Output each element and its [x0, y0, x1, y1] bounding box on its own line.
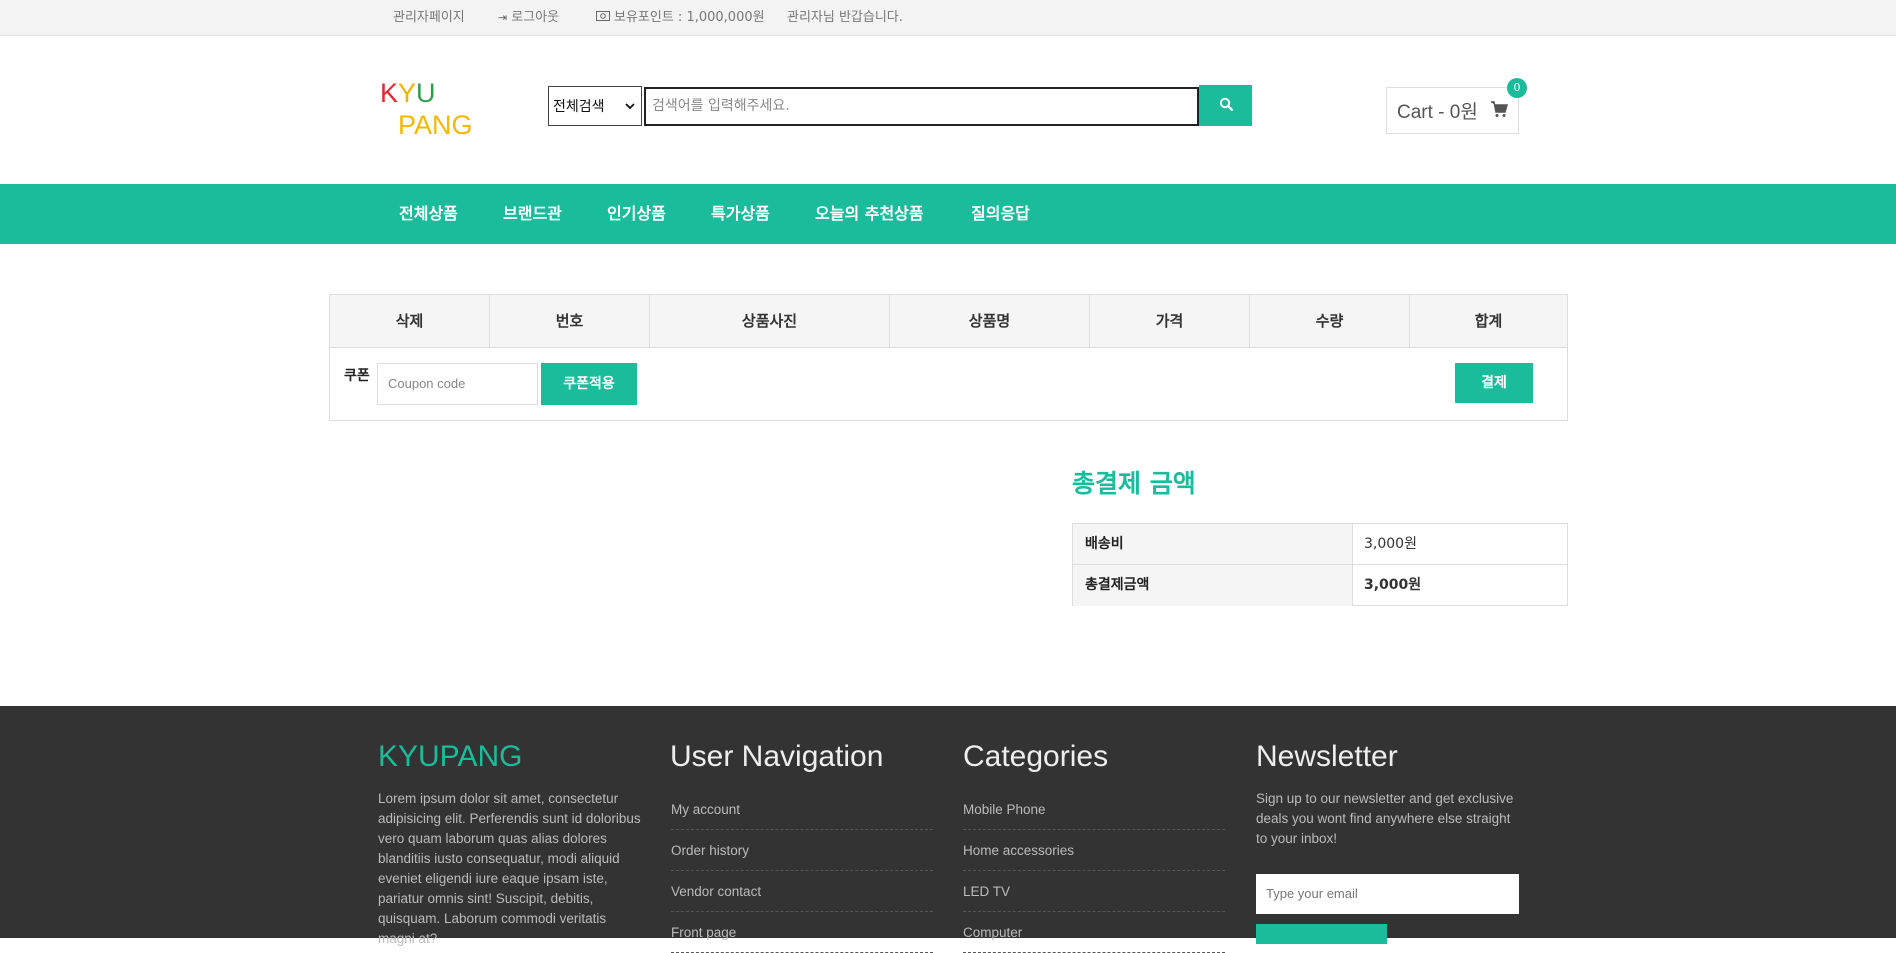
- footer-brand-text-line: vero quam laborum quas alias dolores: [378, 831, 607, 846]
- footer-link-my-account[interactable]: My account: [671, 789, 933, 830]
- total-value: 3,000원: [1364, 577, 1422, 593]
- footer-brand-text: Lorem ipsum dolor sit amet, consectetur …: [378, 789, 648, 949]
- cart-button[interactable]: Cart - 0원: [1386, 87, 1519, 134]
- nav-item-all-products[interactable]: 전체상품: [399, 184, 458, 244]
- totals-row-shipping: 배송비 3,000원: [1073, 524, 1567, 565]
- admin-page-label: 관리자페이지: [393, 10, 465, 25]
- logo-letter-k: K: [380, 78, 399, 108]
- search-category-value: 전체검색: [553, 99, 605, 115]
- greeting-label: 관리자님 반갑습니다.: [787, 10, 903, 25]
- money-icon: [596, 1, 610, 35]
- coupon-label: 쿠폰: [344, 368, 370, 384]
- logout-link[interactable]: ⇥ 로그아웃: [498, 0, 559, 36]
- main-nav: 전체상품 브랜드관 인기상품 특가상품 오늘의 추천상품 질의응답: [0, 184, 1896, 244]
- newsletter-text-line: deals you wont find anywhere else straig…: [1256, 811, 1511, 826]
- col-number: 번호: [490, 295, 650, 347]
- cart-count-badge: 0: [1507, 78, 1527, 98]
- admin-page-link[interactable]: 관리자페이지: [393, 0, 465, 36]
- total-label: 총결제금액: [1073, 565, 1353, 606]
- nav-item-popular[interactable]: 인기상품: [607, 184, 666, 244]
- footer-category-mobile-phone[interactable]: Mobile Phone: [963, 789, 1225, 830]
- col-delete: 삭제: [330, 295, 490, 347]
- search-category-select[interactable]: 전체검색: [548, 86, 642, 126]
- footer-brand-text-line: pariatur omnis sint! Suscipit, debitis,: [378, 891, 594, 906]
- nav-item-qna[interactable]: 질의응답: [971, 184, 1030, 244]
- footer-link-front-page[interactable]: Front page: [671, 912, 933, 953]
- site-logo[interactable]: KYU PANG: [380, 78, 490, 142]
- col-photo: 상품사진: [650, 295, 890, 347]
- cart-table: 삭제 번호 상품사진 상품명 가격 수량 합계 쿠폰 Coupon code 쿠…: [329, 294, 1568, 421]
- footer-brand-text-line: Lorem ipsum dolor sit amet, consectetur: [378, 791, 619, 806]
- col-quantity: 수량: [1250, 295, 1410, 347]
- newsletter-text: Sign up to our newsletter and get exclus…: [1256, 789, 1526, 849]
- footer: [0, 706, 1896, 938]
- newsletter-subscribe-button[interactable]: [1256, 924, 1387, 944]
- newsletter-text-line: Sign up to our newsletter and get exclus…: [1256, 791, 1514, 806]
- cart-label: Cart - 0원: [1397, 102, 1478, 123]
- chevron-down-icon: [625, 98, 635, 114]
- user-navigation-title: User Navigation: [670, 740, 884, 773]
- newsletter-title: Newsletter: [1256, 740, 1398, 773]
- coupon-code-input[interactable]: Coupon code: [377, 363, 538, 405]
- footer-category-computer[interactable]: Computer: [963, 912, 1225, 953]
- coupon-placeholder: Coupon code: [388, 376, 466, 391]
- col-price: 가격: [1090, 295, 1250, 347]
- footer-category-led-tv[interactable]: LED TV: [963, 871, 1225, 912]
- nav-item-todays-picks[interactable]: 오늘의 추천상품: [815, 184, 924, 244]
- footer-brand: KYUPANG: [378, 740, 523, 773]
- shopping-cart-icon: [1490, 100, 1508, 124]
- search-input[interactable]: 검색어를 입력해주세요.: [644, 87, 1199, 126]
- logo-line1: KYU: [380, 78, 436, 108]
- totals-table: 배송비 3,000원 총결제금액 3,000원: [1072, 523, 1568, 606]
- search-button[interactable]: [1199, 85, 1252, 126]
- footer-brand-text-line: eveniet eligendi iure eaque ipsam iste,: [378, 871, 608, 886]
- footer-brand-text-line: blanditiis iusto consequatur, modi aliqu…: [378, 851, 620, 866]
- apply-coupon-button[interactable]: 쿠폰적용: [541, 363, 637, 405]
- newsletter-placeholder: Type your email: [1266, 886, 1358, 901]
- footer-link-order-history[interactable]: Order history: [671, 830, 933, 871]
- search-placeholder: 검색어를 입력해주세요.: [652, 98, 790, 114]
- newsletter-email-input[interactable]: Type your email: [1256, 874, 1519, 914]
- footer-brand-text-line: magni at?: [378, 931, 438, 946]
- sign-out-icon: ⇥: [498, 11, 508, 24]
- cart-table-header: 삭제 번호 상품사진 상품명 가격 수량 합계: [330, 295, 1567, 348]
- col-product-name: 상품명: [890, 295, 1090, 347]
- newsletter-text-line: to your inbox!: [1256, 831, 1338, 846]
- points-label: 보유포인트 : 1,000,000원: [614, 10, 765, 25]
- checkout-button[interactable]: 결제: [1455, 363, 1533, 403]
- logo-letter-u: U: [416, 78, 436, 108]
- footer-link-vendor-contact[interactable]: Vendor contact: [671, 871, 933, 912]
- col-total: 합계: [1474, 312, 1503, 330]
- logout-label: 로그아웃: [511, 10, 560, 25]
- greeting: 관리자님 반갑습니다.: [787, 0, 903, 36]
- categories-title: Categories: [963, 740, 1109, 773]
- total-payment-title: 총결제 금액: [1072, 469, 1196, 498]
- search-icon: [1219, 96, 1233, 115]
- footer-brand-text-line: adipisicing elit. Perferendis sunt id do…: [378, 811, 641, 826]
- shipping-value: 3,000원: [1364, 536, 1417, 552]
- logo-line2: PANG: [398, 110, 473, 140]
- shipping-label: 배송비: [1073, 524, 1353, 564]
- nav-item-specials[interactable]: 특가상품: [711, 184, 770, 244]
- footer-brand-text-line: quisquam. Laborum commodi veritatis: [378, 911, 607, 926]
- points-display: 보유포인트 : 1,000,000원: [596, 0, 765, 36]
- logo-letter-y: Y: [398, 78, 417, 108]
- footer-category-home-accessories[interactable]: Home accessories: [963, 830, 1225, 871]
- nav-item-brands[interactable]: 브랜드관: [503, 184, 562, 244]
- top-bar: 관리자페이지 ⇥ 로그아웃 보유포인트 : 1,000,000원 관리자님 반갑…: [0, 0, 1896, 36]
- totals-row-total: 총결제금액 3,000원: [1073, 565, 1567, 606]
